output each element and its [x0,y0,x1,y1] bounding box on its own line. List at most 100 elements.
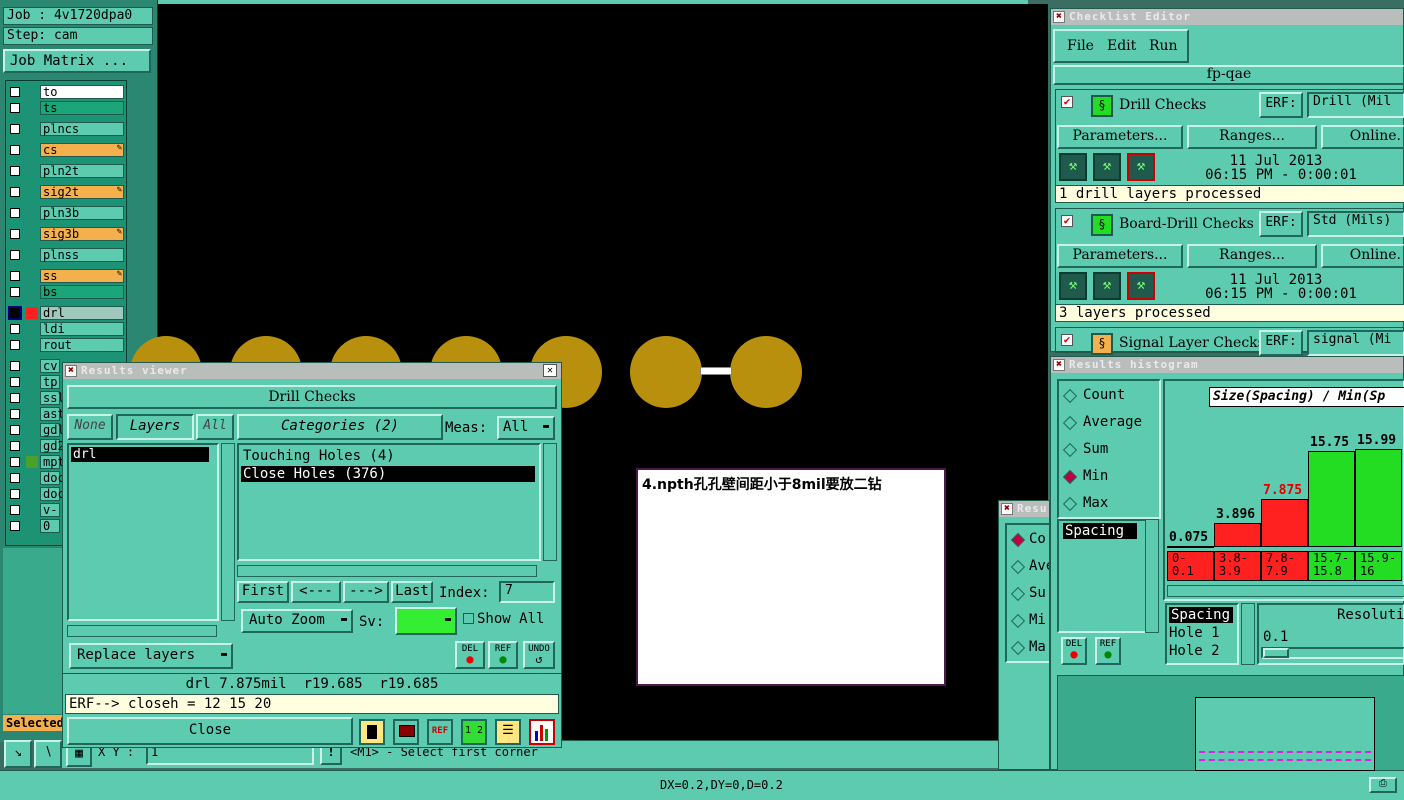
layer-checkbox[interactable] [10,87,20,97]
layers-scrollbar[interactable] [221,443,235,621]
layer-checkbox[interactable] [8,306,22,320]
layer-checkbox[interactable] [10,441,20,451]
small-mode-label[interactable]: Ave [1029,558,1049,574]
last-button[interactable]: Last [391,581,433,603]
layer-name[interactable]: bs [40,285,124,299]
menu-file[interactable]: File [1067,38,1094,54]
check-name[interactable]: Board-Drill Checks [1119,216,1254,232]
reset-run-icon[interactable]: ⚒ [1127,153,1155,181]
histogram-icon[interactable] [529,719,555,745]
none-button[interactable]: None [67,414,113,440]
layer-name[interactable]: ssl [40,391,65,405]
layer-name[interactable]: plncs [40,122,124,136]
menu-run[interactable]: Run [1149,38,1178,54]
layer-name[interactable]: 0 [40,519,60,533]
window-menu-icon[interactable]: ✖ [1053,11,1065,23]
sv-color-dropdown[interactable]: ▬ [395,607,457,635]
layer-checkbox[interactable] [10,229,20,239]
histogram-bar[interactable] [1167,546,1214,548]
check-enabled-checkbox[interactable]: ✔ [1061,334,1073,346]
layer-checkbox[interactable] [10,124,20,134]
resolution-slider-handle[interactable] [1263,648,1289,658]
layer-name[interactable]: cv [40,359,60,373]
reset-run-icon[interactable]: ⚒ [1127,272,1155,300]
layer-row[interactable]: sig2t ✎ [8,184,124,200]
layer-name[interactable]: gdl [40,423,65,437]
parameters-button[interactable]: Parameters... [1057,125,1183,149]
mode-sum-label[interactable]: Sum [1083,441,1108,457]
layer-name[interactable]: sig3b [40,227,124,241]
histogram-hscrollbar[interactable] [1167,585,1404,597]
check-name[interactable]: Drill Checks [1119,97,1206,113]
stop-run-icon[interactable]: ⚒ [1093,272,1121,300]
small-mode-label[interactable]: Su [1029,585,1046,601]
layer-row[interactable]: bs [8,284,124,300]
small-mode-label[interactable]: Mi [1029,612,1046,628]
hist-list-item[interactable]: Spacing [1063,523,1137,539]
close-icon[interactable]: ✕ [543,364,557,377]
layer-name[interactable]: sig2t [40,185,124,199]
categories-hscrollbar[interactable] [237,565,537,577]
report-icon[interactable]: ☰ [495,719,521,745]
layer-checkbox[interactable] [10,425,20,435]
compare-icon[interactable]: 1 2 [461,719,487,745]
close-button[interactable]: Close [67,717,353,745]
checklist-titlebar[interactable]: ✖ Checklist Editor [1051,9,1403,25]
categories-scrollbar[interactable] [543,443,557,561]
mode-min-label[interactable]: Min [1083,468,1108,484]
replace-layers-dropdown[interactable]: Replace layers ▬ [69,643,233,669]
layer-name[interactable]: gd2 [40,439,65,453]
undo-button[interactable]: UNDO ↺ [523,641,555,669]
layer-name[interactable]: doc [40,471,65,485]
hist-fields-scrollbar[interactable] [1241,603,1255,665]
layer-row[interactable]: sig3b ✎ [8,226,124,242]
histogram-bar[interactable] [1308,451,1355,547]
all-layers-button[interactable]: All [196,414,234,440]
window-menu-icon[interactable]: ✖ [1001,503,1013,515]
hist-field-item[interactable]: Spacing [1169,607,1233,623]
print-icon[interactable]: ⎙ [1369,777,1397,793]
first-button[interactable]: First [237,581,289,603]
del-button[interactable]: DEL ● [455,641,485,669]
small-mode-label[interactable]: Ma [1029,639,1046,655]
layer-checkbox[interactable] [10,103,20,113]
layer-checkbox[interactable] [10,473,20,483]
run-icon[interactable]: ⚒ [1059,153,1087,181]
check-enabled-checkbox[interactable]: ✔ [1061,96,1073,108]
layer-row[interactable]: rout [8,337,124,353]
layer-checkbox[interactable] [10,393,20,403]
layers-view-icon[interactable] [359,719,385,745]
mode-average-label[interactable]: Average [1083,414,1142,430]
mode-max-label[interactable]: Max [1083,495,1108,511]
layer-checkbox[interactable] [10,361,20,371]
drill-pad[interactable] [730,336,802,408]
mode-count-label[interactable]: Count [1083,387,1125,403]
layer-checkbox[interactable] [10,287,20,297]
run-icon[interactable]: ⚒ [1059,272,1087,300]
layer-row[interactable]: to [8,84,124,100]
hist-field-item[interactable]: Hole 2 [1169,643,1220,659]
layer-checkbox[interactable] [10,377,20,387]
layer-row[interactable]: plnss [8,247,124,263]
histogram-bar[interactable] [1261,499,1308,547]
ranges-button[interactable]: Ranges... [1187,244,1317,268]
layer-name[interactable]: doc [40,487,65,501]
hist-field-item[interactable]: Hole 1 [1169,625,1220,641]
layer-checkbox[interactable] [10,271,20,281]
check-enabled-checkbox[interactable]: ✔ [1061,215,1073,227]
layer-row[interactable]: drl [8,305,124,321]
layer-checkbox[interactable] [10,208,20,218]
layer-name[interactable]: drl [40,306,124,320]
hist-list-scrollbar[interactable] [1145,519,1159,633]
layer-name[interactable]: rout [40,338,124,352]
small-window-titlebar[interactable]: ✖ Resu [999,501,1049,517]
small-mode-label[interactable]: Co [1029,531,1046,547]
hist-del-button[interactable]: DEL ● [1061,637,1087,665]
layer-name[interactable]: pln2t [40,164,124,178]
erf-value[interactable]: Std (Mils) [1307,211,1404,237]
erf-value[interactable]: signal (Mi [1307,330,1404,356]
next-button[interactable]: ---> [343,581,389,603]
layers-tab[interactable]: Layers [116,414,194,440]
stop-run-icon[interactable]: ⚒ [1093,153,1121,181]
layer-name[interactable]: v-c [40,503,60,530]
